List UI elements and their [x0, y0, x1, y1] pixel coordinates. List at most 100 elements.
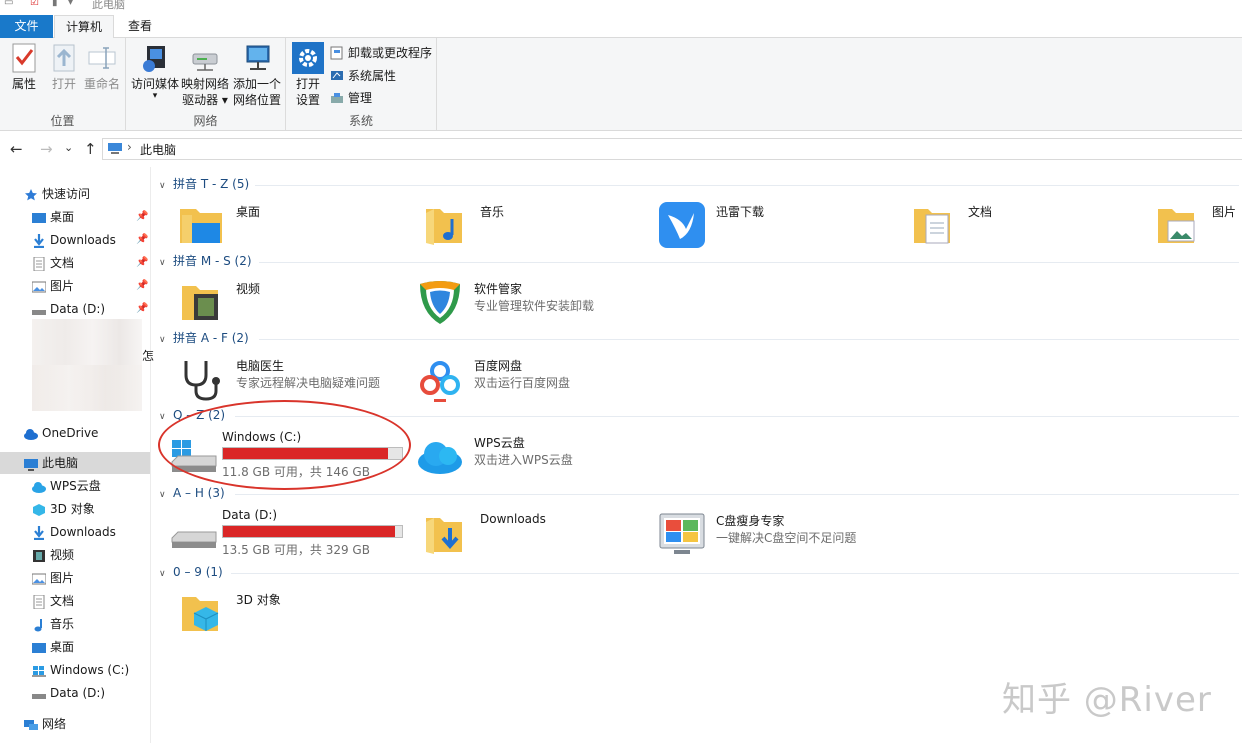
access-media-button[interactable]: 访问媒体 ▾	[130, 42, 180, 101]
blurred-region-2	[32, 365, 142, 411]
item-pictures[interactable]: 图片	[1148, 197, 1242, 253]
tab-file[interactable]: 文件	[0, 15, 53, 38]
sidebar-item-label: 音乐	[50, 617, 75, 631]
window-title: 此电脑	[92, 0, 125, 11]
item-wps-cloud[interactable]: WPS云盘 双击进入WPS云盘	[410, 428, 650, 484]
sidebar-item-3d-objects[interactable]: 3D 对象	[0, 498, 150, 520]
stethoscope-icon	[178, 355, 226, 403]
sidebar-item-pc-documents[interactable]: 文档	[0, 590, 150, 612]
item-name: 电脑医生	[236, 359, 285, 373]
desktop-icon	[32, 210, 46, 224]
rename-button[interactable]: 重命名	[82, 42, 122, 92]
recent-locations-button[interactable]: ⌄	[64, 141, 73, 154]
address-box[interactable]: › 此电脑	[102, 138, 1242, 160]
group-header-0-9[interactable]: ∨ 0 – 9 (1)	[159, 564, 1239, 580]
music-note-icon	[32, 617, 46, 632]
map-drive-button[interactable]: 映射网络 驱动器 ▾	[180, 42, 230, 108]
quick-access-dropdown-icon[interactable]: ▾	[68, 0, 73, 8]
drive-free-space: 13.5 GB 可用，共 329 GB	[222, 543, 370, 557]
item-downloads[interactable]: Downloads	[416, 506, 636, 562]
access-media-label: 访问媒体	[130, 77, 179, 91]
sidebar-item-desktop[interactable]: 桌面 📌	[0, 206, 150, 228]
sidebar-item-pictures[interactable]: 图片 📌	[0, 275, 150, 297]
sidebar-item-pc-data-drive[interactable]: Data (D:)	[0, 682, 150, 704]
group-header-t-z[interactable]: ∨ 拼音 T - Z (5)	[159, 176, 1239, 192]
forward-button[interactable]: →	[40, 140, 53, 158]
system-properties-label: 系统属性	[348, 69, 397, 83]
item-description: 双击运行百度网盘	[474, 376, 571, 390]
manage-button[interactable]: 管理	[330, 88, 372, 108]
tab-computer[interactable]: 计算机	[54, 15, 114, 39]
pin-icon: 📌	[136, 303, 149, 314]
item-documents[interactable]: 文档	[904, 197, 1124, 253]
sidebar-item-pc-desktop[interactable]: 桌面	[0, 636, 150, 658]
checkmark-icon[interactable]: ☑	[30, 0, 39, 8]
picture-icon	[31, 571, 47, 585]
item-software-manager[interactable]: 软件管家 专业管理软件安装卸载	[410, 274, 650, 330]
uninstall-label: 卸载或更改程序	[348, 46, 433, 60]
download-icon	[32, 233, 46, 249]
item-music[interactable]: 音乐	[416, 197, 636, 253]
sidebar-onedrive-label: OneDrive	[42, 426, 99, 440]
rename-icon	[86, 42, 118, 74]
sidebar-item-wps-cloud[interactable]: WPS云盘	[0, 475, 150, 497]
sidebar-item-data-drive[interactable]: Data (D:) 📌	[0, 298, 150, 320]
item-c-drive-cleaner[interactable]: C盘瘦身专家 一键解决C盘空间不足问题	[652, 506, 912, 562]
system-properties-icon	[330, 69, 344, 83]
sidebar-item-label: Windows (C:)	[50, 663, 130, 677]
breadcrumb-separator[interactable]: ›	[127, 140, 132, 154]
uninstall-icon	[330, 46, 344, 60]
folder-icon[interactable]: ▮	[52, 0, 58, 8]
item-xunlei-download[interactable]: 迅雷下载	[652, 197, 872, 253]
sidebar-item-label: Data (D:)	[50, 302, 106, 316]
item-3d-objects[interactable]: 3D 对象	[172, 585, 392, 641]
group-header-a-f[interactable]: ∨ 拼音 A - F (2)	[159, 330, 1239, 346]
manage-label: 管理	[348, 91, 373, 105]
sidebar-item-pc-pictures[interactable]: 图片	[0, 567, 150, 589]
sidebar-item-this-pc[interactable]: 此电脑	[0, 452, 150, 474]
manage-icon	[330, 91, 344, 105]
open-settings-button[interactable]: 打开 设置	[290, 42, 326, 108]
item-data-d-drive[interactable]: Data (D:) 13.5 GB 可用，共 329 GB	[158, 506, 408, 562]
sidebar-item-label: Data (D:)	[50, 686, 106, 700]
item-pc-doctor[interactable]: 电脑医生 专家远程解决电脑疑难问题	[172, 351, 402, 407]
item-videos[interactable]: 视频	[172, 274, 392, 330]
pin-icon: 📌	[136, 280, 149, 291]
system-properties-button[interactable]: 系统属性	[330, 66, 396, 86]
group-header-m-s[interactable]: ∨ 拼音 M - S (2)	[159, 253, 1239, 269]
group-header-label: A – H (3)	[173, 486, 225, 500]
sidebar-item-documents[interactable]: 文档 📌	[0, 252, 150, 274]
sidebar-item-music[interactable]: 音乐	[0, 613, 150, 635]
wps-cloud-icon	[32, 479, 46, 493]
tab-view[interactable]: 查看	[116, 15, 164, 38]
breadcrumb[interactable]: 此电脑	[140, 141, 176, 158]
properties-button[interactable]: 属性	[6, 42, 42, 92]
group-divider	[259, 262, 1239, 263]
open-button[interactable]: 打开	[46, 42, 82, 92]
sidebar-item-quick-access[interactable]: 快速访问	[0, 183, 150, 205]
sidebar-item-pc-downloads[interactable]: Downloads	[0, 521, 150, 543]
up-button[interactable]: ↑	[84, 140, 97, 158]
group-header-label: 0 – 9 (1)	[173, 565, 223, 579]
gear-icon	[292, 42, 324, 74]
add-network-location-button[interactable]: 添加一个 网络位置	[230, 42, 284, 108]
item-name: 图片	[1212, 205, 1237, 219]
sidebar-item-windows-c[interactable]: Windows (C:)	[0, 659, 150, 681]
sidebar-item-downloads[interactable]: Downloads 📌	[0, 229, 150, 251]
item-name: Downloads	[480, 512, 546, 526]
map-drive-label: 映射网络	[180, 77, 229, 91]
back-button[interactable]: ←	[10, 140, 23, 158]
drive-icon	[170, 510, 218, 558]
item-desktop[interactable]: 桌面	[172, 197, 392, 253]
uninstall-programs-button[interactable]: 卸载或更改程序	[330, 43, 432, 63]
properties-icon	[8, 42, 40, 74]
sidebar-item-network[interactable]: 网络	[0, 713, 150, 735]
sidebar-item-label: Downloads	[50, 525, 116, 539]
group-header-label: 拼音 T - Z (5)	[173, 177, 250, 191]
sidebar-item-onedrive[interactable]: OneDrive	[0, 422, 150, 444]
drive-icon	[32, 302, 46, 316]
item-baidu-netdisk[interactable]: 百度网盘 双击运行百度网盘	[410, 351, 650, 407]
open-settings-label-2: 设置	[295, 93, 320, 107]
sidebar-item-videos[interactable]: 视频	[0, 544, 150, 566]
group-divider	[255, 185, 1239, 186]
